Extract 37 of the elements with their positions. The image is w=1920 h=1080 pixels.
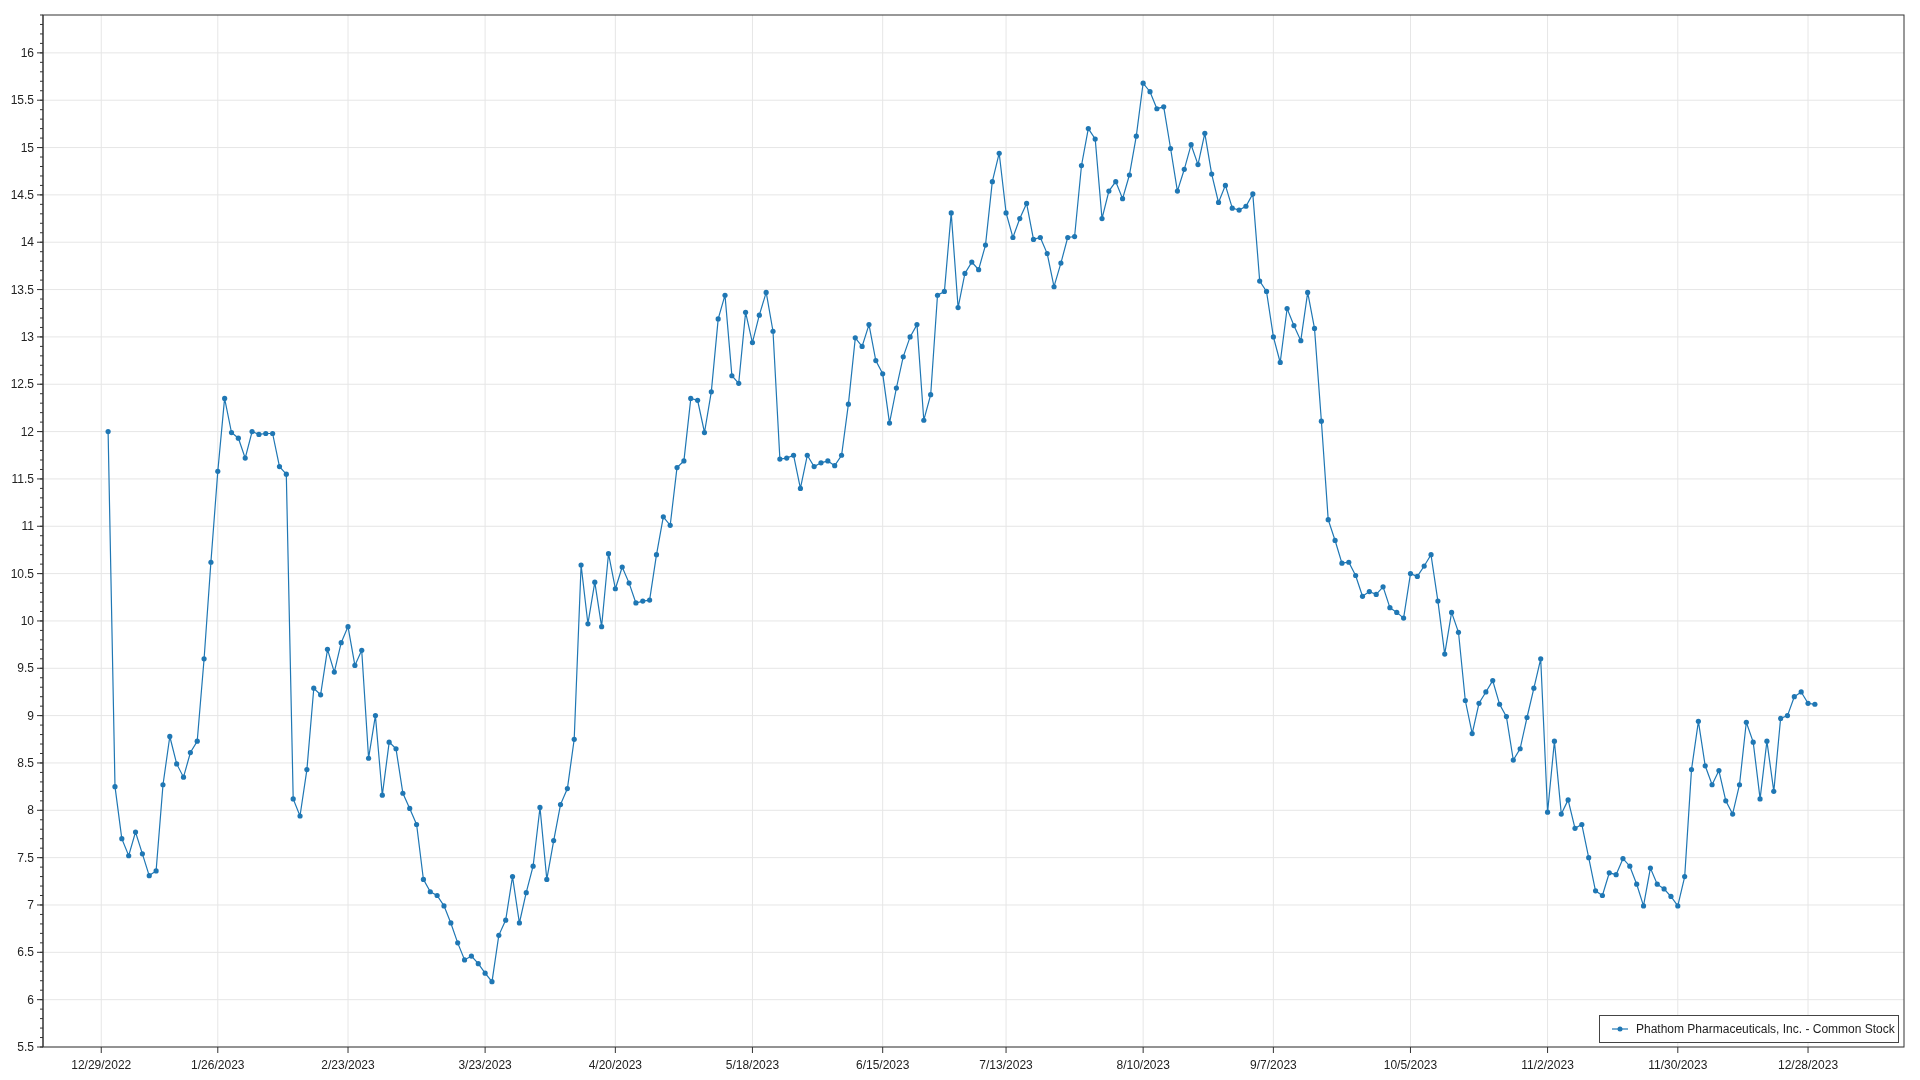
x-tick-label: 3/23/2023 bbox=[458, 1058, 512, 1072]
x-tick-label: 10/5/2023 bbox=[1383, 1058, 1438, 1072]
y-tick-label: 15 bbox=[20, 140, 34, 155]
y-tick-label: 8 bbox=[27, 803, 34, 818]
legend-label: Phathom Pharmaceuticals, Inc. - Common Stock bbox=[1636, 1021, 1895, 1038]
y-tick-label: 5.5 bbox=[17, 1040, 34, 1054]
x-tick-label: 12/29/2022 bbox=[71, 1058, 132, 1072]
x-tick-label: 5/18/2023 bbox=[725, 1058, 780, 1072]
y-tick-label: 14.5 bbox=[10, 187, 34, 202]
x-tick-label: 7/13/2023 bbox=[979, 1058, 1033, 1072]
y-tick-label: 11 bbox=[21, 519, 34, 534]
y-tick-label: 12.5 bbox=[10, 377, 34, 392]
y-tick-label: 7.5 bbox=[17, 850, 34, 865]
y-tick-label: 16 bbox=[20, 45, 34, 60]
y-tick-label: 8.5 bbox=[17, 755, 34, 770]
x-tick-label: 2/23/2023 bbox=[321, 1058, 375, 1072]
y-tick-label: 15.5 bbox=[10, 93, 34, 108]
y-tick-label: 10 bbox=[20, 613, 34, 628]
x-tick-label: 9/7/2023 bbox=[1250, 1058, 1297, 1072]
y-tick-label: 13.5 bbox=[10, 282, 34, 297]
x-tick-label: 6/15/2023 bbox=[856, 1058, 910, 1072]
x-tick-label: 4/20/2023 bbox=[588, 1058, 643, 1072]
x-tick-label: 1/26/2023 bbox=[191, 1058, 245, 1072]
y-tick-label: 11.5 bbox=[11, 471, 34, 486]
y-tick-label: 9 bbox=[27, 708, 34, 723]
y-tick-label: 9.5 bbox=[17, 661, 34, 676]
y-tick-label: 7 bbox=[27, 898, 34, 912]
x-tick-label: 12/28/2023 bbox=[1778, 1058, 1839, 1072]
y-tick-label: 6.5 bbox=[17, 945, 34, 960]
y-tick-label: 10.5 bbox=[10, 566, 34, 581]
x-tick-label: 11/2/2023 bbox=[1521, 1058, 1574, 1072]
y-tick-label: 12 bbox=[20, 424, 34, 439]
y-tick-label: 13 bbox=[20, 329, 34, 344]
y-tick-label: 6 bbox=[27, 992, 34, 1007]
x-tick-label: 11/30/2023 bbox=[1648, 1058, 1708, 1072]
x-tick-label: 8/10/2023 bbox=[1116, 1058, 1170, 1072]
y-tick-label: 14 bbox=[20, 235, 34, 250]
